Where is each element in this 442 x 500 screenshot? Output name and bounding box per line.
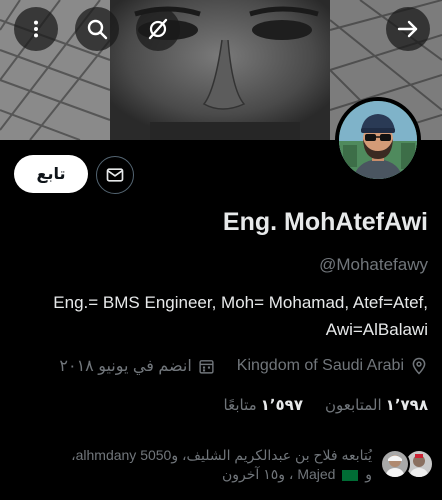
followers-stat[interactable]: ١٬٧٩٨ المتابعون xyxy=(325,396,428,414)
profile-meta: Kingdom of Saudi Arabi انضم في يونيو ٢٠١… xyxy=(59,354,428,378)
message-button[interactable] xyxy=(96,156,134,194)
profile-avatar[interactable] xyxy=(335,97,421,183)
mutual-avatar xyxy=(380,449,410,479)
back-button[interactable] xyxy=(386,7,430,51)
follow-stats: ١٬٧٩٨ المتابعون ١٬٥٩٧ متابعًا xyxy=(224,396,428,414)
following-stat[interactable]: ١٬٥٩٧ متابعًا xyxy=(224,396,303,414)
location-text: Kingdom of Saudi Arabi xyxy=(236,357,404,374)
mute-button[interactable] xyxy=(136,7,180,51)
followers-count: ١٬٧٩٨ xyxy=(385,397,428,414)
arrow-right-icon xyxy=(397,20,418,38)
bio-line: Eng.= BMS Engineer, Moh= Mohamad, Atef=A… xyxy=(53,293,428,312)
follow-button[interactable]: تابع xyxy=(14,155,88,193)
mutual-followers-text: يُتابعه فلاح بن عبدالكريم الشليف، و5050 … xyxy=(8,446,372,484)
display-name: Eng. MohAtefAwi xyxy=(222,208,428,236)
bio-line: Awi=AlBalawi xyxy=(325,320,428,339)
join-date: انضم في يونيو ٢٠١٨ xyxy=(59,356,214,376)
user-handle: @Mohatefawy xyxy=(319,255,428,274)
follow-button-label: تابع xyxy=(36,166,66,183)
more-options-button[interactable] xyxy=(14,7,58,51)
more-vertical-icon xyxy=(33,20,39,38)
following-count: ١٬٥٩٧ xyxy=(260,397,303,414)
avatar-image xyxy=(339,101,417,179)
search-icon xyxy=(87,19,108,40)
mutual-suffix: ، و١٥ آخرون xyxy=(222,466,294,482)
followers-label: المتابعون xyxy=(324,397,382,414)
profile-bio: Eng.= BMS Engineer, Moh= Mohamad, Atef=A… xyxy=(8,289,428,343)
mutual-prefix: و xyxy=(365,466,372,482)
mutual-name: Majed xyxy=(297,466,336,482)
following-label: متابعًا xyxy=(223,397,257,414)
mutual-line: يُتابعه فلاح بن عبدالكريم الشليف، و5050 … xyxy=(71,447,372,463)
calendar-icon xyxy=(199,359,214,374)
mutual-avatars xyxy=(378,449,434,481)
followers-you-know[interactable]: يُتابعه فلاح بن عبدالكريم الشليف، و5050 … xyxy=(8,446,436,486)
eye-slash-icon xyxy=(148,18,168,40)
envelope-icon xyxy=(106,168,124,182)
location-pin-icon xyxy=(412,357,426,375)
search-button[interactable] xyxy=(75,7,119,51)
saudi-flag-icon xyxy=(342,469,359,481)
join-date-text: انضم في يونيو ٢٠١٨ xyxy=(59,358,192,375)
location: Kingdom of Saudi Arabi xyxy=(237,357,428,375)
mutual-line: و Majed ، و١٥ آخرون xyxy=(8,465,372,484)
